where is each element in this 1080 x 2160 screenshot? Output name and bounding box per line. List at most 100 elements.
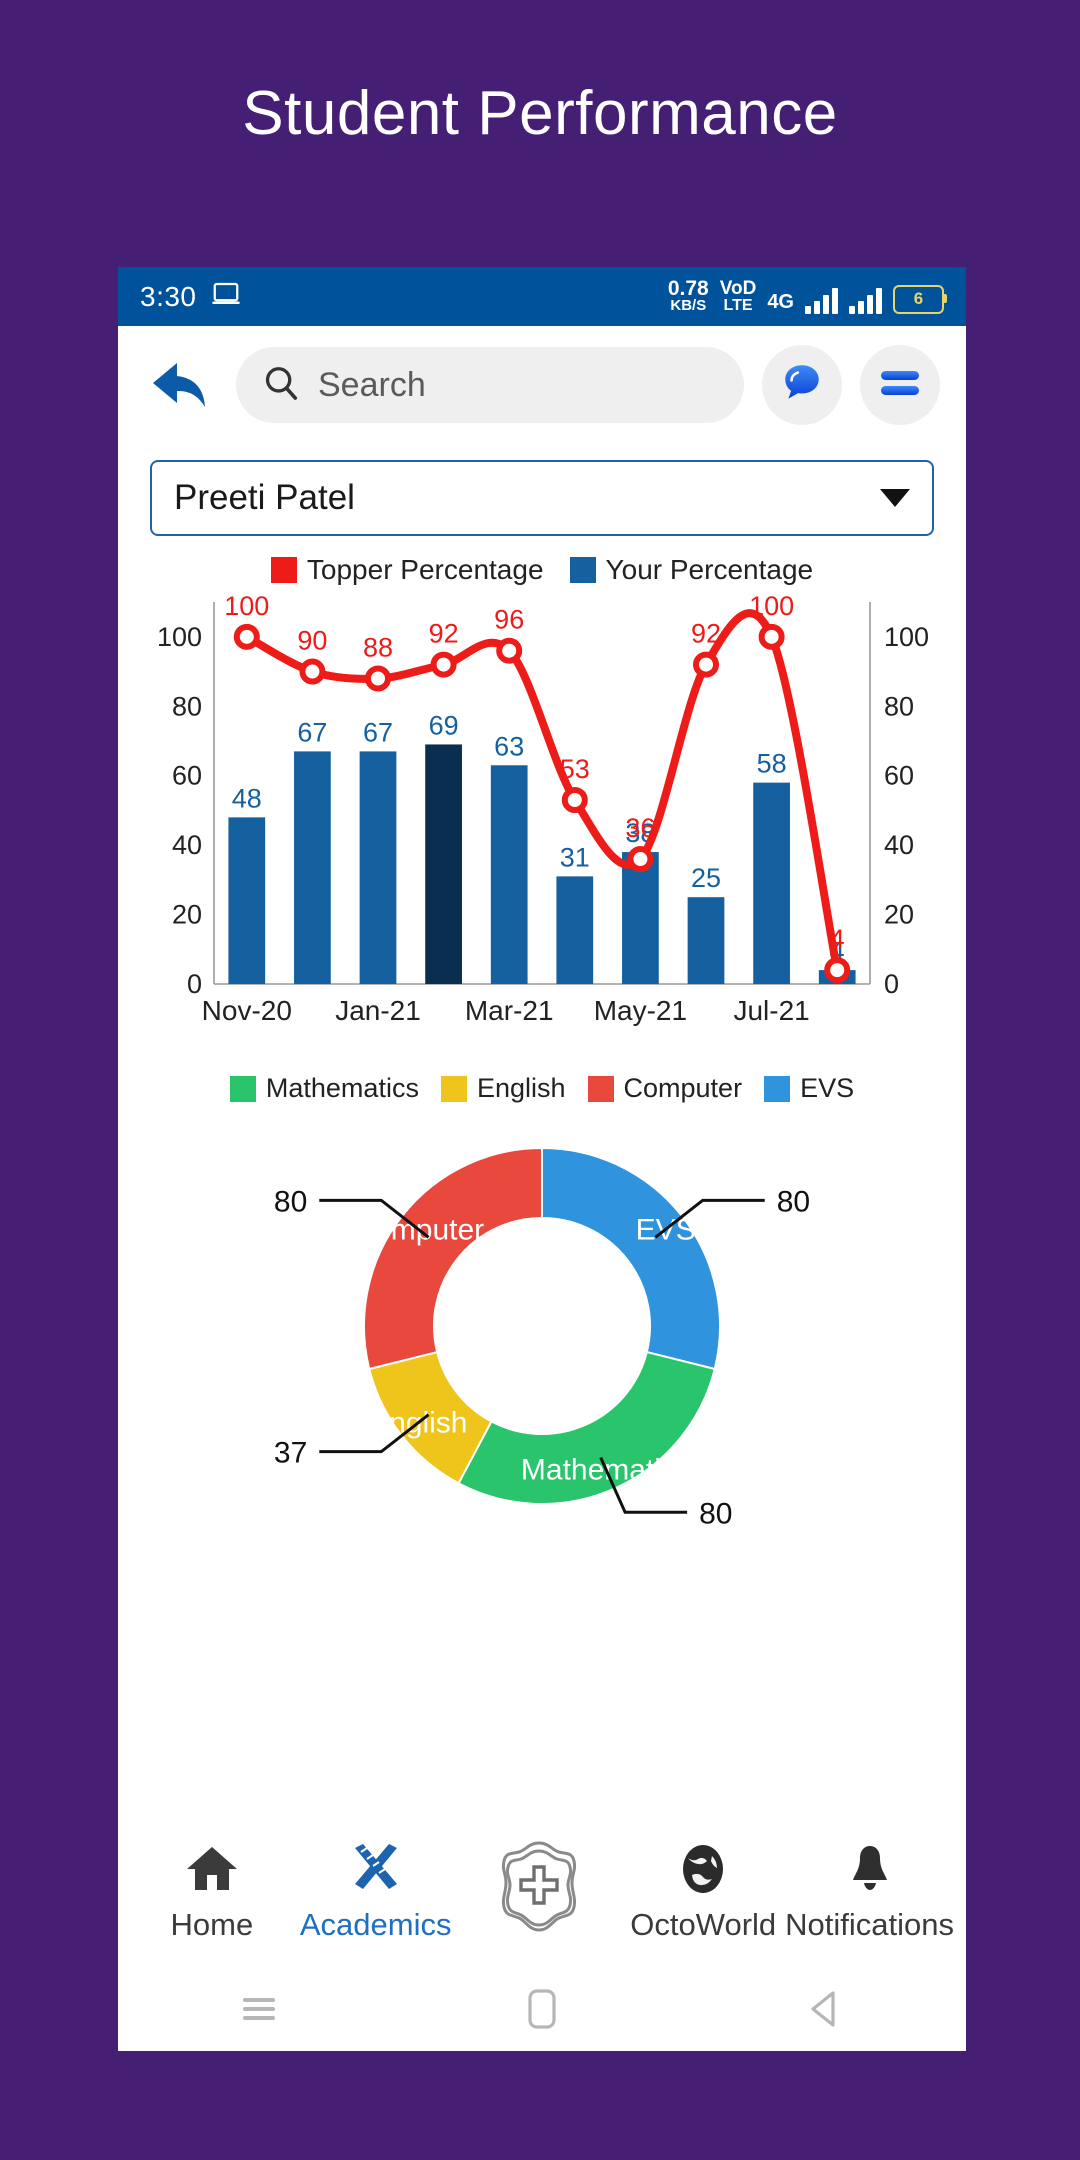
legend-item-mathematics: Mathematics: [229, 1073, 419, 1104]
recents-menu-icon[interactable]: [199, 1992, 319, 2026]
svg-text:Mar-21: Mar-21: [465, 995, 554, 1026]
status-bar: 3:30 0.78 KB/S VoD LTE 4G 6: [118, 267, 966, 326]
network-type-label: 4G: [767, 290, 794, 313]
svg-text:48: 48: [232, 783, 262, 813]
nav-item-academics[interactable]: Academics: [294, 1842, 458, 1943]
legend-item-your: Your Percentage: [569, 554, 814, 586]
svg-text:36: 36: [625, 813, 655, 843]
svg-text:60: 60: [172, 761, 202, 791]
nav-label-octoworld: OctoWorld: [630, 1906, 777, 1942]
svg-text:80: 80: [777, 1185, 810, 1218]
volte-line2: LTE: [723, 297, 753, 315]
nav-item-notifications[interactable]: Notifications: [785, 1842, 954, 1943]
status-bar-left: 3:30: [140, 281, 241, 313]
volte-icon: VoD LTE: [719, 278, 757, 315]
data-rate-indicator: 0.78 KB/S: [667, 277, 709, 313]
svg-text:May-21: May-21: [594, 995, 687, 1026]
svg-text:20: 20: [884, 900, 914, 930]
bottom-navigation: Home Academics OctoWorld Notifications: [118, 1817, 966, 1967]
svg-text:53: 53: [560, 754, 590, 784]
svg-text:67: 67: [297, 717, 327, 747]
legend-swatch-topper: [270, 557, 297, 583]
legend-item-evs: EVS: [764, 1073, 854, 1104]
svg-text:0: 0: [884, 969, 899, 999]
search-placeholder: Search: [318, 365, 426, 404]
svg-text:80: 80: [884, 691, 914, 721]
svg-text:92: 92: [429, 619, 459, 649]
svg-text:Nov-20: Nov-20: [202, 995, 292, 1026]
status-bar-right: 0.78 KB/S VoD LTE 4G 6: [667, 277, 947, 315]
svg-text:100: 100: [224, 591, 269, 621]
signal-bars-sim2-icon: [849, 287, 882, 314]
svg-text:80: 80: [172, 691, 202, 721]
legend-swatch-evs: [764, 1075, 791, 1102]
svg-text:100: 100: [884, 622, 929, 652]
legend-label-evs: EVS: [800, 1073, 855, 1103]
svg-text:58: 58: [757, 749, 787, 779]
home-icon: [183, 1842, 241, 1901]
svg-text:88: 88: [363, 632, 393, 662]
legend-label-topper: Topper Percentage: [306, 554, 544, 585]
nav-item-home[interactable]: Home: [130, 1842, 294, 1943]
svg-text:Jan-21: Jan-21: [335, 995, 421, 1026]
subject-donut-chart: EVS Mathematics English Computer 80 80 37 80: [136, 1126, 948, 1551]
laptop-icon: [211, 282, 241, 311]
legend-swatch-computer: [587, 1075, 614, 1102]
nav-item-add[interactable]: [458, 1839, 622, 1946]
home-square-icon[interactable]: [482, 1986, 602, 2032]
academics-icon: [347, 1842, 405, 1901]
donut-chart-svg: EVSMathematicsEnglishComputer80803780: [274, 1146, 810, 1530]
legend-swatch-english: [440, 1075, 467, 1102]
nav-label-academics: Academics: [299, 1906, 452, 1942]
student-select[interactable]: Preeti Patel: [150, 460, 934, 536]
svg-text:0: 0: [187, 969, 202, 999]
search-input[interactable]: Search: [236, 347, 744, 423]
svg-text:100: 100: [749, 591, 794, 621]
nav-item-octoworld[interactable]: OctoWorld: [621, 1842, 785, 1943]
chat-bubble-icon: [779, 360, 825, 411]
legend-item-english: English: [440, 1073, 566, 1104]
svg-text:60: 60: [884, 761, 914, 791]
battery-level: 6: [913, 289, 924, 309]
back-triangle-icon[interactable]: [765, 1987, 885, 2031]
back-button[interactable]: [144, 348, 218, 422]
battery-icon: 6: [893, 284, 947, 314]
svg-text:37: 37: [274, 1437, 307, 1470]
menu-equals-icon: [877, 366, 923, 405]
legend-item-topper: Topper Percentage: [270, 554, 544, 586]
student-select-value: Preeti Patel: [174, 478, 355, 517]
legend-label-computer: Computer: [623, 1073, 743, 1103]
phone-screen: 3:30 0.78 KB/S VoD LTE 4G 6 Search Preet…: [118, 267, 966, 2051]
data-rate-value: 0.78: [667, 277, 709, 301]
performance-chart: Topper Percentage Your Percentage 0 0 20 20…: [136, 554, 948, 1104]
legend-label-your: Your Percentage: [605, 554, 814, 585]
chart-legend-subjects: Mathematics English Computer EVS: [136, 1073, 948, 1104]
svg-text:20: 20: [172, 900, 202, 930]
bell-icon: [843, 1842, 897, 1901]
svg-text:92: 92: [691, 619, 721, 649]
volte-line1: VoD: [719, 278, 757, 300]
svg-text:80: 80: [274, 1185, 307, 1218]
chart-legend-top: Topper Percentage Your Percentage: [136, 554, 948, 586]
svg-text:31: 31: [560, 842, 590, 872]
chevron-down-icon: [880, 489, 910, 507]
status-time: 3:30: [140, 280, 197, 312]
svg-text:96: 96: [494, 605, 524, 635]
svg-text:80: 80: [699, 1497, 732, 1530]
legend-swatch-mathematics: [229, 1075, 256, 1102]
svg-text:69: 69: [429, 710, 459, 740]
globe-icon: [676, 1842, 730, 1901]
legend-item-computer: Computer: [587, 1073, 743, 1104]
legend-label-english: English: [476, 1073, 566, 1103]
nav-label-notifications: Notifications: [785, 1906, 954, 1942]
svg-text:63: 63: [494, 731, 524, 761]
page-title: Student Performance: [242, 79, 838, 148]
svg-text:4: 4: [830, 924, 845, 954]
signal-bars-sim1-icon: [805, 287, 838, 314]
nav-label-home: Home: [170, 1906, 254, 1942]
menu-button[interactable]: [860, 345, 940, 425]
chat-button[interactable]: [762, 345, 842, 425]
svg-text:100: 100: [157, 622, 202, 652]
svg-text:40: 40: [172, 830, 202, 860]
svg-text:40: 40: [884, 830, 914, 860]
